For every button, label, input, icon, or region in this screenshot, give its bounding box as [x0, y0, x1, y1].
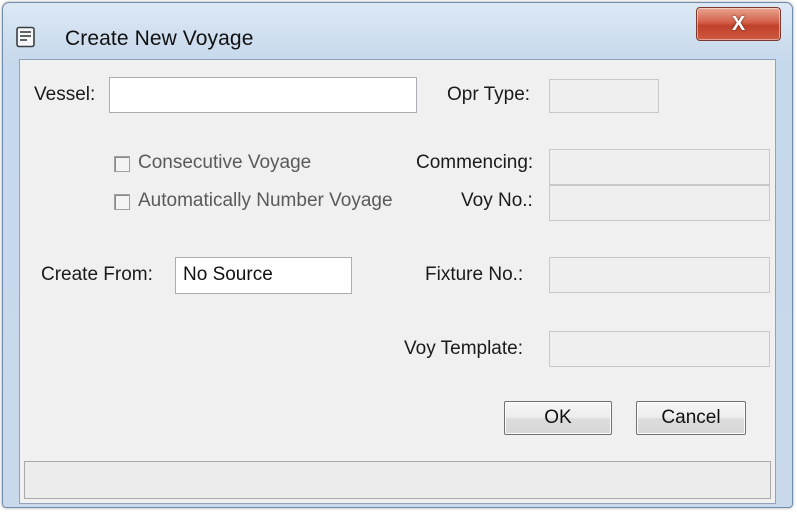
create-from-label: Create From:	[41, 264, 153, 285]
voy-no-field[interactable]	[549, 185, 770, 221]
voy-template-label: Voy Template:	[404, 338, 524, 359]
commencing-label: Commencing:	[416, 152, 534, 173]
auto-number-voyage-label[interactable]: Automatically Number Voyage	[138, 190, 393, 212]
fixture-no-field[interactable]	[549, 257, 770, 293]
opr-type-label: Opr Type:	[447, 84, 531, 105]
consecutive-voyage-checkbox[interactable]	[114, 156, 130, 172]
voy-template-field[interactable]	[549, 331, 770, 367]
consecutive-voyage-label[interactable]: Consecutive Voyage	[138, 152, 311, 174]
form-icon	[15, 26, 37, 48]
title-bar[interactable]: Create New Voyage X	[3, 3, 792, 57]
dialog-window: Create New Voyage X Vessel: Opr Type: Co…	[2, 2, 793, 508]
voy-no-label: Voy No.:	[461, 190, 533, 211]
vessel-input[interactable]	[109, 77, 417, 113]
commencing-field[interactable]	[549, 149, 770, 185]
status-bar	[24, 461, 771, 499]
vessel-label: Vessel:	[34, 84, 96, 105]
opr-type-field[interactable]	[549, 79, 659, 113]
ok-button[interactable]: OK	[504, 401, 612, 435]
close-button[interactable]: X	[696, 7, 781, 41]
dialog-body: Vessel: Opr Type: Consecutive Voyage Aut…	[19, 59, 776, 504]
window-title: Create New Voyage	[65, 27, 254, 50]
auto-number-voyage-checkbox[interactable]	[114, 194, 130, 210]
close-icon: X	[731, 12, 746, 35]
cancel-button[interactable]: Cancel	[636, 401, 746, 435]
fixture-no-label: Fixture No.:	[425, 264, 524, 285]
create-from-select[interactable]: No Source	[175, 257, 352, 294]
